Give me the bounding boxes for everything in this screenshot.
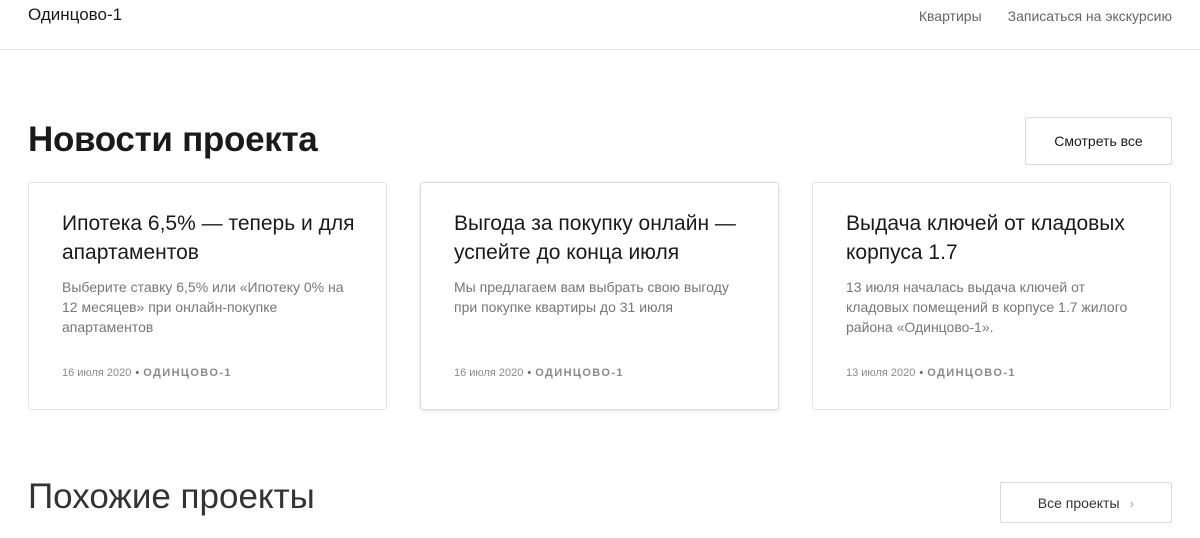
all-projects-label: Все проекты xyxy=(1037,494,1120,511)
news-card-meta: 16 июля 2020 • ОДИНЦОВО-1 xyxy=(454,367,624,379)
nav-link-apartments[interactable]: Квартиры xyxy=(919,7,982,25)
top-nav: Квартиры Записаться на экскурсию xyxy=(919,7,1172,25)
separator-dot: • xyxy=(919,367,924,379)
top-bar: Одинцово-1 Квартиры Записаться на экскур… xyxy=(0,0,1200,50)
all-projects-button[interactable]: Все проекты › xyxy=(1000,482,1172,523)
chevron-right-icon: › xyxy=(1129,494,1135,511)
news-card[interactable]: Ипотека 6,5% — теперь и для апартаментов… xyxy=(28,182,387,410)
news-section-title: Новости проекта xyxy=(28,120,318,159)
news-card[interactable]: Выдача ключей от кладовых корпуса 1.7 13… xyxy=(812,182,1171,410)
news-card-project: ОДИНЦОВО-1 xyxy=(535,367,624,379)
news-card-meta: 13 июля 2020 • ОДИНЦОВО-1 xyxy=(846,367,1016,379)
news-card-project: ОДИНЦОВО-1 xyxy=(927,367,1016,379)
similar-section-title: Похожие проекты xyxy=(28,477,315,516)
brand-title[interactable]: Одинцово-1 xyxy=(28,5,122,25)
news-card-title: Выгода за покупку онлайн — успейте до ко… xyxy=(454,212,736,264)
news-card-date: 16 июля 2020 xyxy=(62,367,132,379)
news-card-text: Выберите ставку 6,5% или «Ипотеку 0% на … xyxy=(62,279,344,335)
nav-link-excursion[interactable]: Записаться на экскурсию xyxy=(1008,7,1172,25)
news-card-title: Ипотека 6,5% — теперь и для апартаментов xyxy=(62,212,355,264)
news-card-meta: 16 июля 2020 • ОДИНЦОВО-1 xyxy=(62,367,232,379)
separator-dot: • xyxy=(527,367,532,379)
news-card-text: Мы предлагаем вам выбрать свою выгоду пр… xyxy=(454,279,729,315)
news-card-title: Выдача ключей от кладовых корпуса 1.7 xyxy=(846,212,1125,264)
news-card[interactable]: Выгода за покупку онлайн — успейте до ко… xyxy=(420,182,779,410)
news-card-text: 13 июля началась выдача ключей от кладов… xyxy=(846,279,1128,335)
news-card-date: 16 июля 2020 xyxy=(454,367,524,379)
news-card-project: ОДИНЦОВО-1 xyxy=(143,367,232,379)
news-cards: Ипотека 6,5% — теперь и для апартаментов… xyxy=(28,182,1171,410)
news-card-date: 13 июля 2020 xyxy=(846,367,916,379)
see-all-news-button[interactable]: Смотреть все xyxy=(1025,117,1172,165)
separator-dot: • xyxy=(135,367,140,379)
